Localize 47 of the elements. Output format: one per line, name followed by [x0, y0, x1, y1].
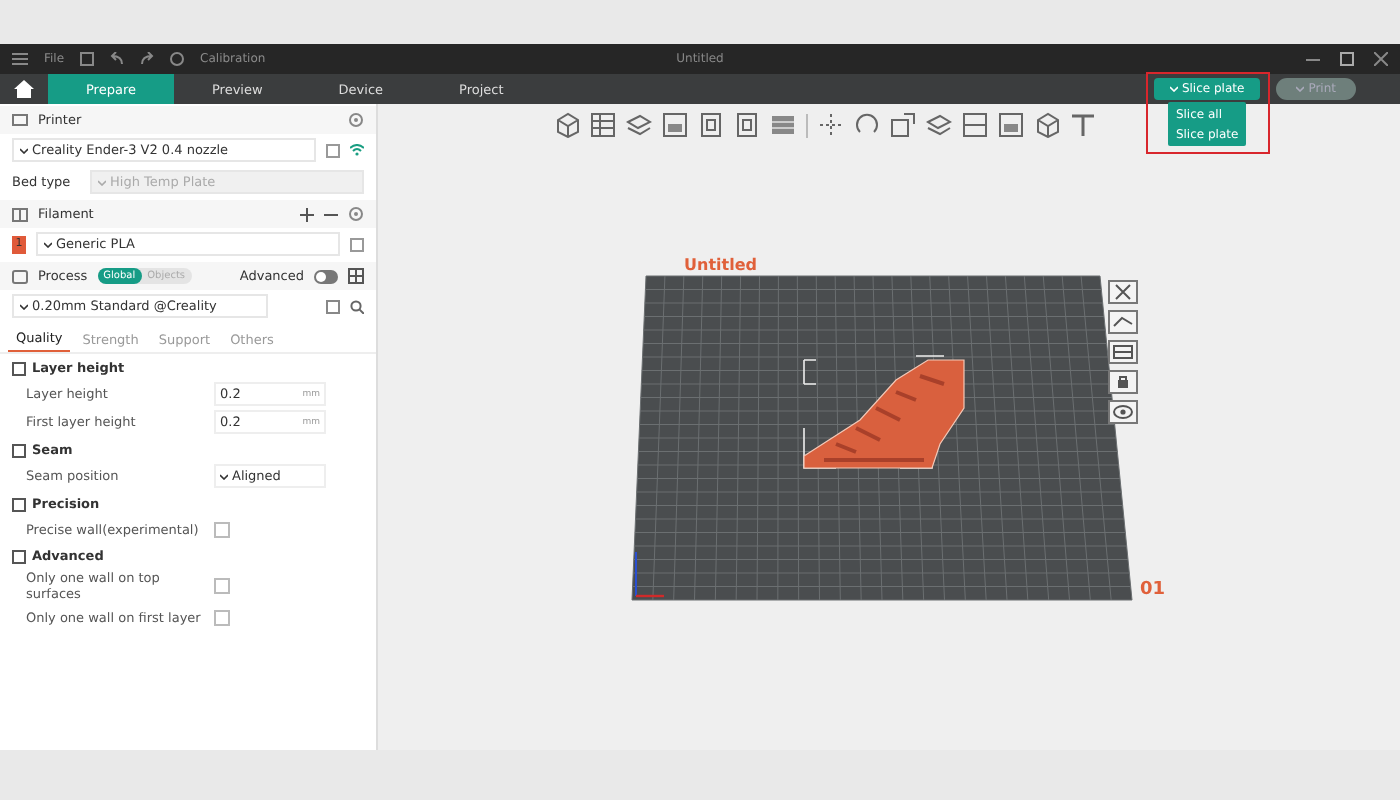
settings-icon[interactable] [348, 206, 364, 222]
settings-icon[interactable] [348, 112, 364, 128]
close-icon[interactable] [1108, 280, 1138, 304]
chevron-icon [220, 473, 228, 479]
grid-icon[interactable] [348, 268, 364, 284]
home-icon[interactable] [14, 80, 34, 98]
close-icon[interactable] [1374, 52, 1388, 66]
cube-icon[interactable] [554, 112, 580, 138]
category-icon [12, 497, 26, 511]
plate-name: Untitled [684, 256, 757, 274]
monitor-icon [12, 113, 28, 127]
chevron-icon [20, 303, 28, 309]
category-icon [12, 361, 26, 375]
wifi-icon[interactable] [350, 144, 364, 156]
plus-icon[interactable] [300, 207, 314, 221]
category-icon [12, 549, 26, 563]
chevron-icon [1296, 86, 1305, 92]
cube-icon[interactable] [1034, 112, 1060, 138]
search-icon[interactable] [350, 299, 364, 313]
rotate-icon[interactable] [854, 112, 880, 138]
chevron-icon [44, 241, 52, 247]
eye-icon[interactable] [1108, 400, 1138, 424]
advanced-switch[interactable] [314, 269, 338, 283]
split-icon[interactable] [962, 112, 988, 138]
checkbox[interactable] [214, 521, 230, 537]
chevron-icon [98, 179, 106, 185]
text-icon[interactable] [1070, 112, 1096, 138]
table-icon[interactable] [1108, 340, 1138, 364]
undo-icon[interactable] [110, 52, 125, 66]
move-icon[interactable] [818, 112, 844, 138]
redo-icon[interactable] [140, 52, 155, 66]
panel-icon[interactable] [662, 112, 688, 138]
axis-drawing [632, 548, 664, 600]
chevron-icon [1169, 86, 1178, 92]
category-icon [12, 443, 26, 457]
panel-icon[interactable] [998, 112, 1024, 138]
checkbox[interactable] [214, 609, 230, 625]
scale-icon[interactable] [890, 112, 916, 138]
menu-icon[interactable] [12, 52, 28, 66]
bars-icon[interactable] [770, 112, 796, 138]
table-icon[interactable] [590, 112, 616, 138]
lock-icon[interactable] [1108, 370, 1138, 394]
highlight-frame [1145, 72, 1270, 154]
chevron-icon [20, 147, 28, 153]
plate-number: 01 [1140, 580, 1166, 600]
checkbox[interactable] [214, 578, 230, 594]
maximize-icon[interactable] [1340, 52, 1354, 66]
